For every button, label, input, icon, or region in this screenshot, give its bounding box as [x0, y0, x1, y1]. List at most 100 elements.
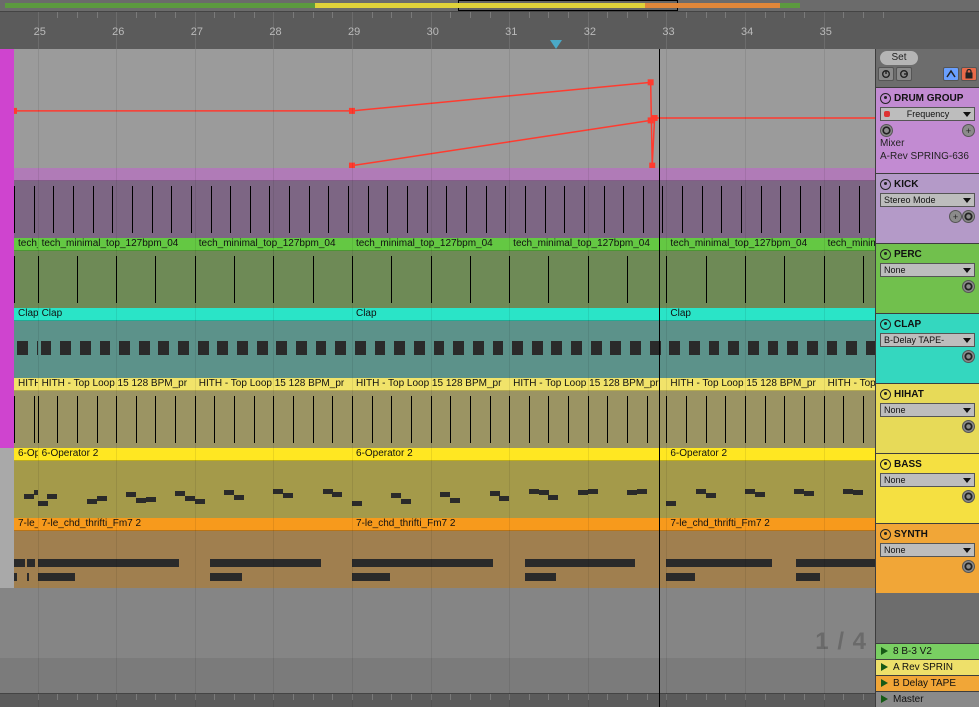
track-fold-icon[interactable] [880, 529, 891, 540]
bottom-ruler-tick [97, 694, 98, 700]
return-track-header[interactable]: B Delay TAPE [876, 675, 979, 691]
automation-gutter[interactable] [0, 49, 14, 168]
lane-gutter[interactable] [0, 518, 14, 588]
automation-lane[interactable] [0, 49, 875, 168]
remove-lane-button[interactable] [962, 490, 975, 503]
lock-button[interactable] [961, 67, 977, 81]
transient-marker [77, 256, 78, 303]
track-lane-kick[interactable] [0, 168, 875, 238]
clip-body[interactable] [14, 461, 38, 518]
track-lane-hihat[interactable]: HITH - Top Loop 15 128 BPM_pr HITH - Top … [0, 378, 875, 448]
envelope-handle[interactable] [648, 117, 654, 123]
device-toggle-icon[interactable] [880, 124, 893, 137]
automation-chooser[interactable]: B-Delay TAPE- [880, 333, 975, 347]
automation-chooser[interactable]: Stereo Mode [880, 193, 975, 207]
track-fold-icon[interactable] [880, 459, 891, 470]
track-fold-icon[interactable] [880, 249, 891, 260]
automation-chooser[interactable]: Frequency [880, 107, 975, 121]
track-title[interactable]: KICK [894, 179, 975, 190]
clip-body[interactable] [666, 461, 875, 518]
return-track-header[interactable]: 8 B-3 V2 [876, 643, 979, 659]
clip-header[interactable]: Clap [14, 308, 38, 321]
clip-body[interactable] [666, 531, 875, 588]
track-header-bass[interactable]: BASS None [876, 453, 979, 523]
remove-lane-button[interactable] [962, 560, 975, 573]
clip-header[interactable]: 7-le_chd_thrifti_Fm7 2 [666, 518, 875, 531]
track-header-synth[interactable]: SYNTH None [876, 523, 979, 593]
clip-body[interactable] [824, 391, 875, 448]
bottom-ruler[interactable] [0, 693, 875, 707]
clip-header[interactable]: HITH - Top Loop 15 128 BPM_pr [824, 378, 875, 391]
track-fold-icon[interactable] [880, 389, 891, 400]
track-header-drumgroup[interactable]: DRUM GROUP Frequency + Mixer A-Rev SPRIN… [876, 87, 979, 173]
remove-lane-button[interactable] [962, 350, 975, 363]
return-track-header[interactable]: A Rev SPRIN [876, 659, 979, 675]
track-title[interactable]: BASS [894, 459, 975, 470]
track-header-panel: Set DRUM GROUP Frequency [875, 49, 979, 707]
clip-header[interactable]: tech_minimal_top_127bpm_04 [14, 238, 38, 251]
fwd-history-button[interactable] [896, 67, 912, 81]
playhead[interactable] [659, 49, 660, 707]
track-fold-icon[interactable] [880, 179, 891, 190]
automation-chooser[interactable]: None [880, 263, 975, 277]
clip-header[interactable]: tech_minimal_top_127bpm_04 [824, 238, 875, 251]
clip-body[interactable] [14, 251, 38, 308]
envelope-handle[interactable] [648, 79, 654, 85]
track-header-perc[interactable]: PERC None [876, 243, 979, 313]
transient-marker [152, 186, 153, 233]
track-fold-icon[interactable] [880, 319, 891, 330]
remove-lane-button[interactable] [962, 420, 975, 433]
set-button[interactable]: Set [880, 51, 918, 65]
transient-marker [234, 396, 235, 443]
clip-body[interactable] [14, 321, 38, 378]
clip-body[interactable] [666, 321, 875, 378]
return-track-header[interactable]: Master [876, 691, 979, 707]
automation-chooser[interactable]: None [880, 473, 975, 487]
track-title[interactable]: SYNTH [894, 529, 975, 540]
bar-ruler[interactable]: 2526272829303132333435 [0, 11, 979, 49]
track-header-clap[interactable]: CLAP B-Delay TAPE- [876, 313, 979, 383]
transient-marker [545, 186, 546, 233]
io-toggle-button[interactable] [943, 67, 959, 81]
lane-gutter[interactable] [0, 448, 14, 518]
arrangement-overview[interactable] [0, 0, 979, 11]
envelope-handle[interactable] [14, 108, 17, 114]
ruler-bar-number: 28 [269, 26, 281, 38]
track-lane-synth[interactable]: 7-le_chd_thrifti_Fm7 2 7-le_chd_thrifti_F… [0, 518, 875, 588]
track-title[interactable]: DRUM GROUP [894, 93, 975, 104]
track-header-hihat[interactable]: HIHAT None [876, 383, 979, 453]
arrangement-timeline[interactable]: tech_minimal_top_127bpm_04 tech_minimal_t… [0, 49, 875, 707]
ruler-bar-number: 35 [820, 26, 832, 38]
automation-chooser[interactable]: None [880, 543, 975, 557]
clip-header[interactable]: HITH - Top Loop 15 128 BPM_pr [14, 378, 38, 391]
bottom-ruler-tick [450, 694, 451, 700]
lane-gutter[interactable] [0, 238, 14, 308]
track-title[interactable]: PERC [894, 249, 975, 260]
lane-gutter[interactable] [0, 378, 14, 448]
add-lane-button[interactable]: + [962, 124, 975, 137]
lane-gutter[interactable] [0, 168, 14, 238]
clip-body[interactable] [14, 391, 38, 448]
clip-header[interactable]: Clap [666, 308, 875, 321]
track-lane-bass[interactable]: 6-Operator 26-Operator 26-Operator 26-Op… [0, 448, 875, 518]
loop-marker-icon[interactable] [550, 40, 562, 49]
midi-note [453, 341, 464, 355]
track-title[interactable]: CLAP [894, 319, 975, 330]
back-history-button[interactable] [878, 67, 894, 81]
track-lane-clap[interactable]: ClapClapClapClap [0, 308, 875, 378]
automation-chooser[interactable]: None [880, 403, 975, 417]
clip-header[interactable]: 6-Operator 2 [14, 448, 38, 461]
track-header-kick[interactable]: KICK Stereo Mode + [876, 173, 979, 243]
track-fold-icon[interactable] [880, 93, 891, 104]
remove-lane-button[interactable] [962, 280, 975, 293]
clip-header[interactable]: 7-le_chd_thrifti_Fm7 2 [14, 518, 38, 531]
remove-lane-button[interactable] [962, 210, 975, 223]
track-title[interactable]: HIHAT [894, 389, 975, 400]
lane-gutter[interactable] [0, 308, 14, 378]
track-lane-perc[interactable]: tech_minimal_top_127bpm_04 tech_minimal_t… [0, 238, 875, 308]
clip-header[interactable]: 6-Operator 2 [666, 448, 875, 461]
add-lane-button[interactable]: + [949, 210, 962, 223]
play-icon [880, 695, 889, 704]
clip-body[interactable] [824, 251, 875, 308]
clip-body[interactable] [14, 531, 38, 588]
